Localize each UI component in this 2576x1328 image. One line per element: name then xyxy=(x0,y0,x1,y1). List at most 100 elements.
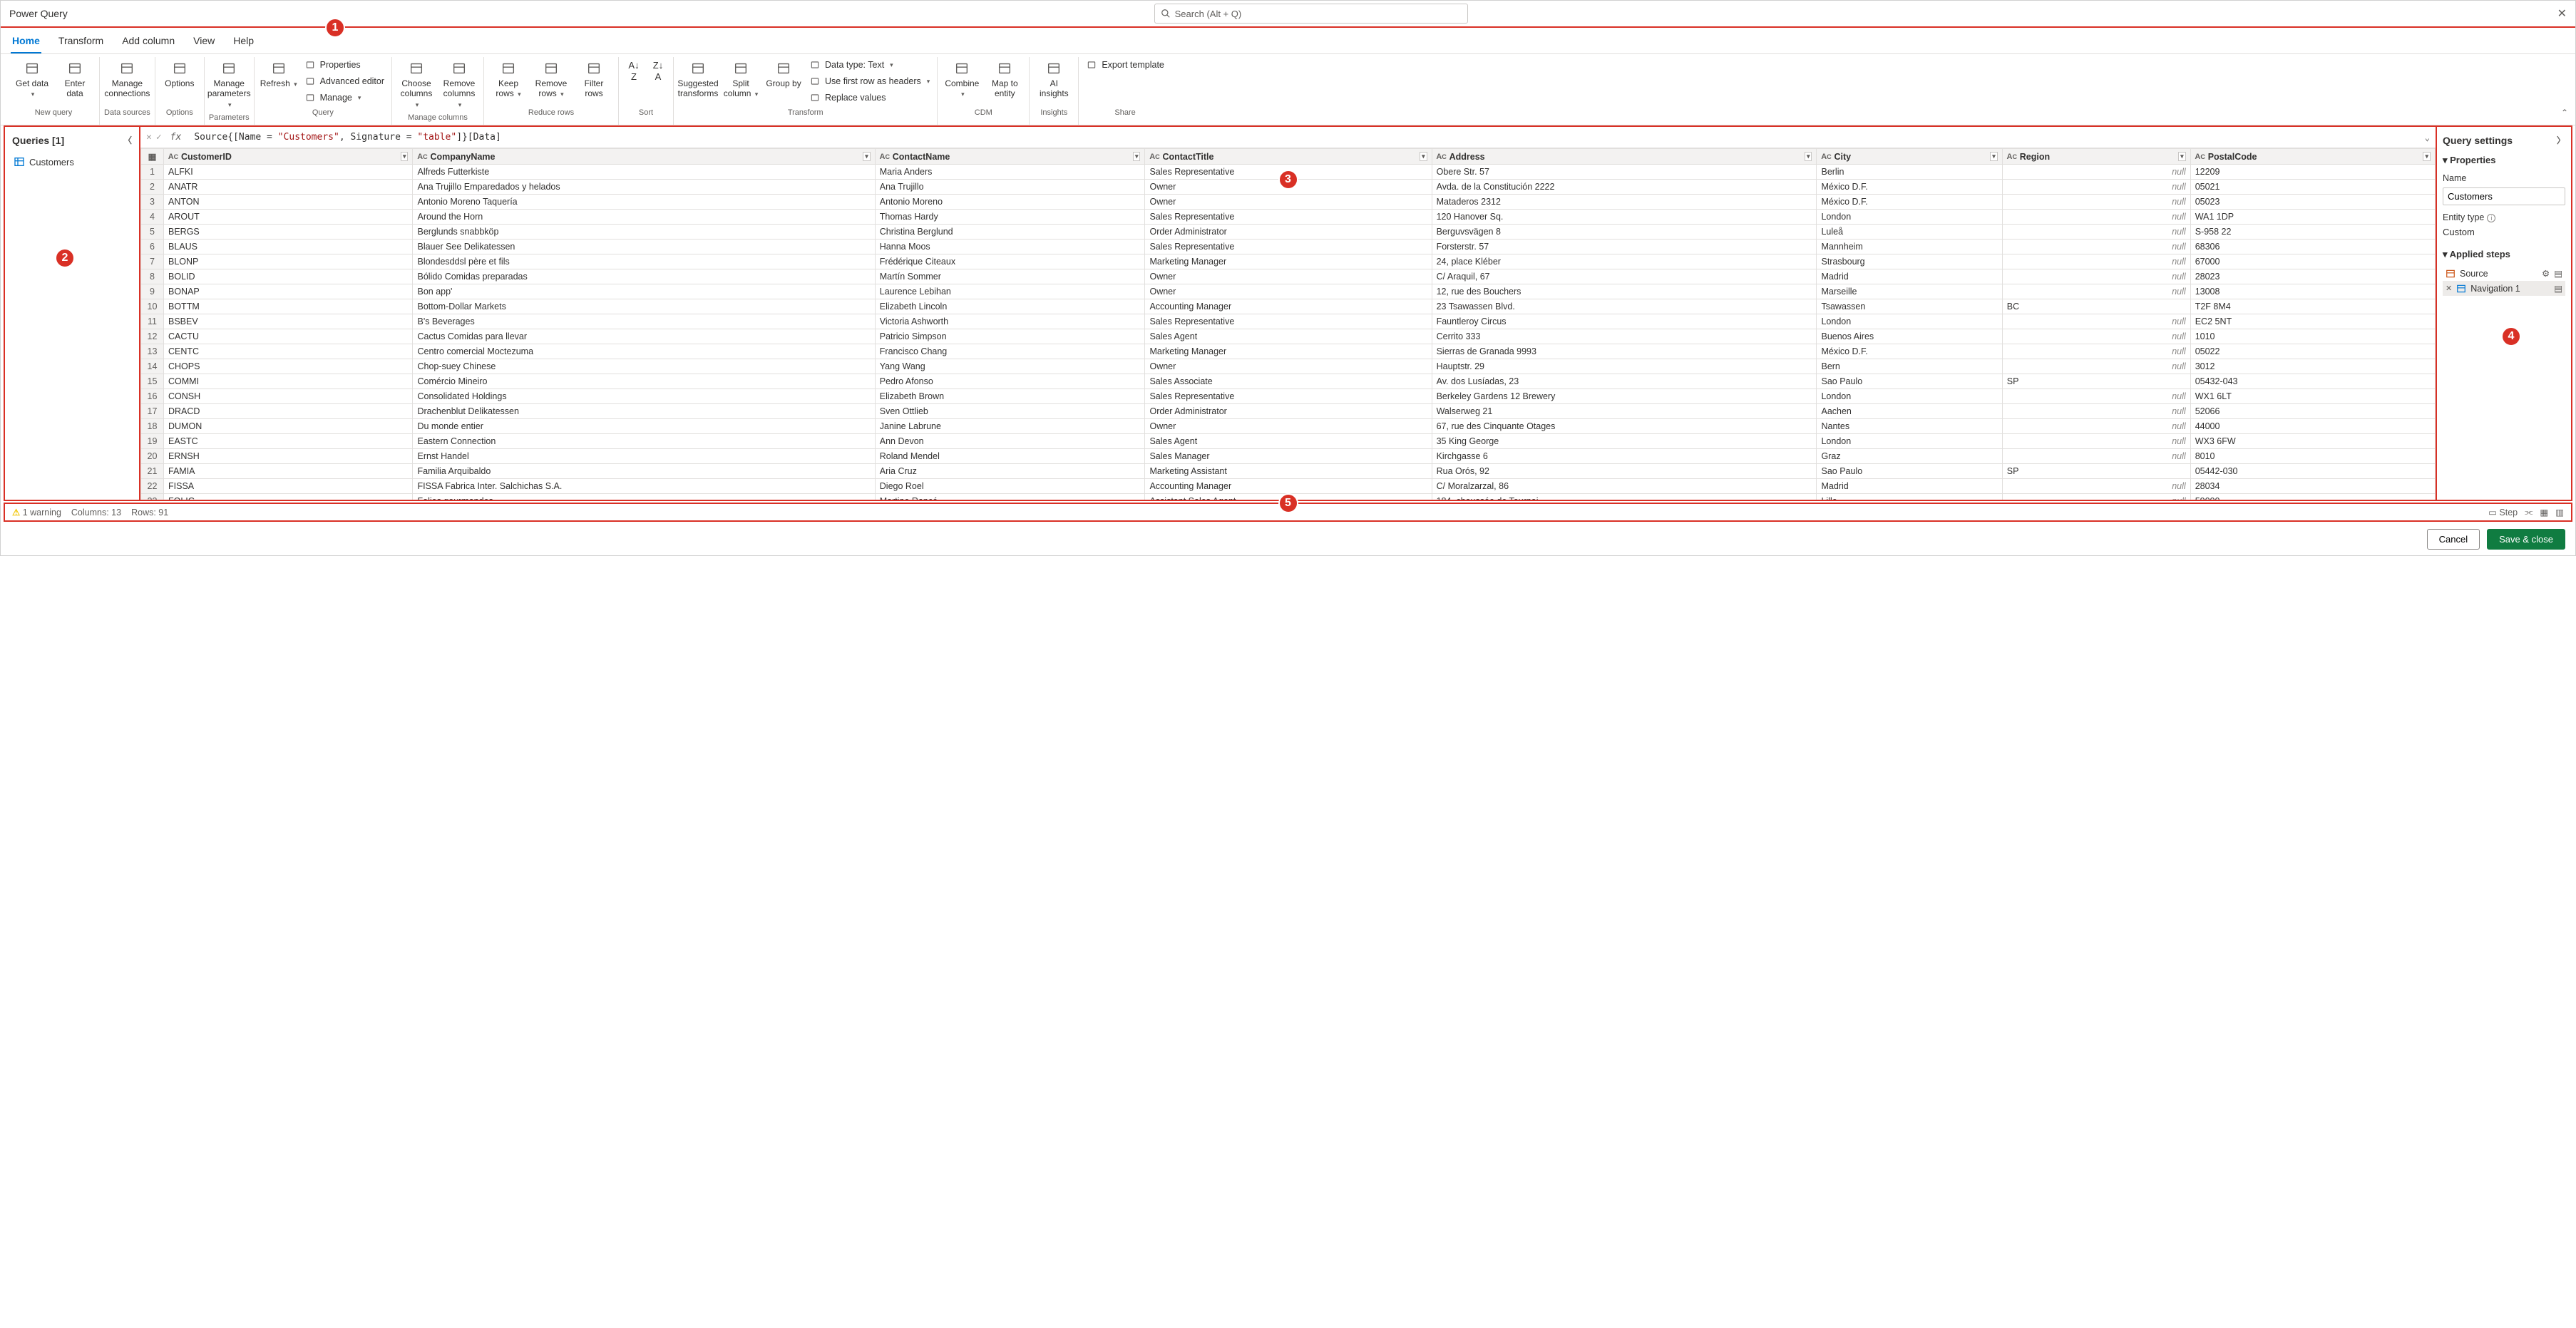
sort-desc-button[interactable]: Z↓A xyxy=(647,57,669,85)
text-type-icon[interactable]: AC xyxy=(1437,152,1447,162)
ribbon-btn-split-column[interactable]: Split column ▾ xyxy=(721,57,761,102)
cancel-button[interactable]: Cancel xyxy=(2427,529,2480,550)
table-row[interactable]: 17DRACDDrachenblut DelikatessenSven Ottl… xyxy=(141,404,2436,419)
ribbon-btn-replace-values[interactable]: Replace values xyxy=(806,90,933,105)
info-icon[interactable]: i xyxy=(2487,214,2495,222)
formula-cancel-icon[interactable]: ✕ xyxy=(146,132,152,143)
table-row[interactable]: 10BOTTMBottom-Dollar MarketsElizabeth Li… xyxy=(141,299,2436,314)
collapse-queries-icon[interactable]: 〈 xyxy=(123,134,132,146)
column-header-city[interactable]: ACCity▾ xyxy=(1817,149,2002,165)
row-number[interactable]: 22 xyxy=(141,479,164,494)
ribbon-btn-manage-parameters[interactable]: Manage parameters ▾ xyxy=(209,57,249,112)
text-type-icon[interactable]: AC xyxy=(1149,152,1159,162)
filter-dropdown-icon[interactable]: ▾ xyxy=(401,152,409,161)
properties-header[interactable]: ▾ Properties xyxy=(2443,152,2565,169)
ribbon-btn-suggested-transforms[interactable]: Suggested transforms xyxy=(678,57,718,102)
search-box[interactable]: Search (Alt + Q) xyxy=(1154,4,1468,24)
ribbon-btn-filter-rows[interactable]: Filter rows xyxy=(574,57,614,102)
table-row[interactable]: 5BERGSBerglunds snabbköpChristina Berglu… xyxy=(141,225,2436,240)
collapse-ribbon-button[interactable]: ⌃ xyxy=(2561,108,2568,118)
query-name-input[interactable] xyxy=(2443,187,2565,205)
ribbon-btn-map-to-entity[interactable]: Map to entity xyxy=(985,57,1025,102)
ribbon-btn-remove-columns[interactable]: Remove columns ▾ xyxy=(439,57,479,112)
column-header-postalcode[interactable]: ACPostalCode▾ xyxy=(2190,149,2435,165)
table-row[interactable]: 3ANTONAntonio Moreno TaqueríaAntonio Mor… xyxy=(141,195,2436,210)
warning-indicator[interactable]: ⚠ 1 warning xyxy=(12,507,61,518)
ribbon-btn-get-data[interactable]: Get data ▾ xyxy=(12,57,52,102)
table-row[interactable]: 18DUMONDu monde entierJanine LabruneOwne… xyxy=(141,419,2436,434)
fx-icon[interactable]: fx xyxy=(166,132,186,143)
row-number[interactable]: 8 xyxy=(141,269,164,284)
ribbon-btn-ai-insights[interactable]: AI insights xyxy=(1034,57,1074,102)
row-number[interactable]: 9 xyxy=(141,284,164,299)
row-number[interactable]: 23 xyxy=(141,494,164,500)
tab-transform[interactable]: Transform xyxy=(57,28,105,53)
row-number[interactable]: 6 xyxy=(141,240,164,254)
ribbon-btn-data-type-text[interactable]: Data type: Text▾ xyxy=(806,57,933,73)
table-row[interactable]: 9BONAPBon app'Laurence LebihanOwner12, r… xyxy=(141,284,2436,299)
ribbon-btn-options[interactable]: Options xyxy=(160,57,200,91)
row-number[interactable]: 20 xyxy=(141,449,164,464)
schema-view-icon[interactable]: ▥ xyxy=(2555,507,2564,518)
row-number[interactable]: 12 xyxy=(141,329,164,344)
ribbon-btn-manage-connections[interactable]: Manage connections xyxy=(107,57,147,102)
table-row[interactable]: 13CENTCCentro comercial MoctezumaFrancis… xyxy=(141,344,2436,359)
filter-dropdown-icon[interactable]: ▾ xyxy=(2423,152,2431,161)
table-row[interactable]: 8BOLIDBólido Comidas preparadasMartín So… xyxy=(141,269,2436,284)
ribbon-btn-advanced-editor[interactable]: Advanced editor xyxy=(302,73,387,89)
table-row[interactable]: 6BLAUSBlauer See DelikatessenHanna MoosS… xyxy=(141,240,2436,254)
ribbon-btn-export-template[interactable]: Export template xyxy=(1083,57,1167,73)
grid-view-icon[interactable]: ▦ xyxy=(2540,507,2548,518)
table-row[interactable]: 4AROUTAround the HornThomas HardySales R… xyxy=(141,210,2436,225)
query-item-customers[interactable]: Customers xyxy=(11,153,133,170)
expand-formula-icon[interactable]: ⌄ xyxy=(2425,133,2430,143)
text-type-icon[interactable]: AC xyxy=(2007,152,2017,162)
step-button[interactable]: ▭ Step xyxy=(2488,507,2518,518)
table-row[interactable]: 12CACTUCactus Comidas para llevarPatrici… xyxy=(141,329,2436,344)
data-grid[interactable]: 3 ▦ACCustomerID▾ACCompanyName▾ACContactN… xyxy=(140,148,2436,500)
column-header-companyname[interactable]: ACCompanyName▾ xyxy=(413,149,875,165)
ribbon-btn-remove-rows[interactable]: Remove rows ▾ xyxy=(531,57,571,102)
ribbon-btn-manage[interactable]: Manage▾ xyxy=(302,90,387,105)
row-number[interactable]: 13 xyxy=(141,344,164,359)
filter-dropdown-icon[interactable]: ▾ xyxy=(863,152,871,161)
text-type-icon[interactable]: AC xyxy=(880,152,890,162)
table-row[interactable]: 20ERNSHErnst HandelRoland MendelSales Ma… xyxy=(141,449,2436,464)
column-header-region[interactable]: ACRegion▾ xyxy=(2002,149,2190,165)
text-type-icon[interactable]: AC xyxy=(417,152,427,162)
column-header-contactname[interactable]: ACContactName▾ xyxy=(875,149,1145,165)
ribbon-btn-choose-columns[interactable]: Choose columns ▾ xyxy=(396,57,436,112)
gear-icon[interactable]: ⚙ xyxy=(2542,268,2550,279)
step-navigation-1[interactable]: ✕ Navigation 1 ▤ xyxy=(2443,281,2565,296)
formula-commit-icon[interactable]: ✓ xyxy=(156,132,162,143)
row-number[interactable]: 21 xyxy=(141,464,164,479)
column-header-customerid[interactable]: ACCustomerID▾ xyxy=(164,149,413,165)
ribbon-btn-group-by[interactable]: Group by xyxy=(764,57,804,91)
diagram-view-icon[interactable]: ⫘ xyxy=(2525,507,2533,518)
text-type-icon[interactable]: AC xyxy=(168,152,178,162)
table-row[interactable]: 16CONSHConsolidated HoldingsElizabeth Br… xyxy=(141,389,2436,404)
step-source[interactable]: Source ⚙ ▤ xyxy=(2443,266,2565,281)
row-number[interactable]: 18 xyxy=(141,419,164,434)
row-number[interactable]: 10 xyxy=(141,299,164,314)
row-number[interactable]: 14 xyxy=(141,359,164,374)
filter-dropdown-icon[interactable]: ▾ xyxy=(2178,152,2186,161)
ribbon-btn-properties[interactable]: Properties xyxy=(302,57,387,73)
table-row[interactable]: 15COMMIComércio MineiroPedro AfonsoSales… xyxy=(141,374,2436,389)
table-row[interactable]: 7BLONPBlondesddsl père et filsFrédérique… xyxy=(141,254,2436,269)
row-number[interactable]: 5 xyxy=(141,225,164,240)
row-number[interactable]: 11 xyxy=(141,314,164,329)
save-close-button[interactable]: Save & close xyxy=(2487,529,2565,550)
ribbon-btn-use-first-row-as-headers[interactable]: Use first row as headers▾ xyxy=(806,73,933,89)
row-number[interactable]: 2 xyxy=(141,180,164,195)
row-number[interactable]: 3 xyxy=(141,195,164,210)
ribbon-btn-enter-data[interactable]: Enter data xyxy=(55,57,95,102)
tab-view[interactable]: View xyxy=(192,28,216,53)
text-type-icon[interactable]: AC xyxy=(1821,152,1831,162)
filter-dropdown-icon[interactable]: ▾ xyxy=(1133,152,1141,161)
text-type-icon[interactable]: AC xyxy=(2195,152,2205,162)
tab-home[interactable]: Home xyxy=(11,28,41,53)
filter-dropdown-icon[interactable]: ▾ xyxy=(1420,152,1427,161)
row-number[interactable]: 19 xyxy=(141,434,164,449)
column-header-contacttitle[interactable]: ACContactTitle▾ xyxy=(1145,149,1432,165)
